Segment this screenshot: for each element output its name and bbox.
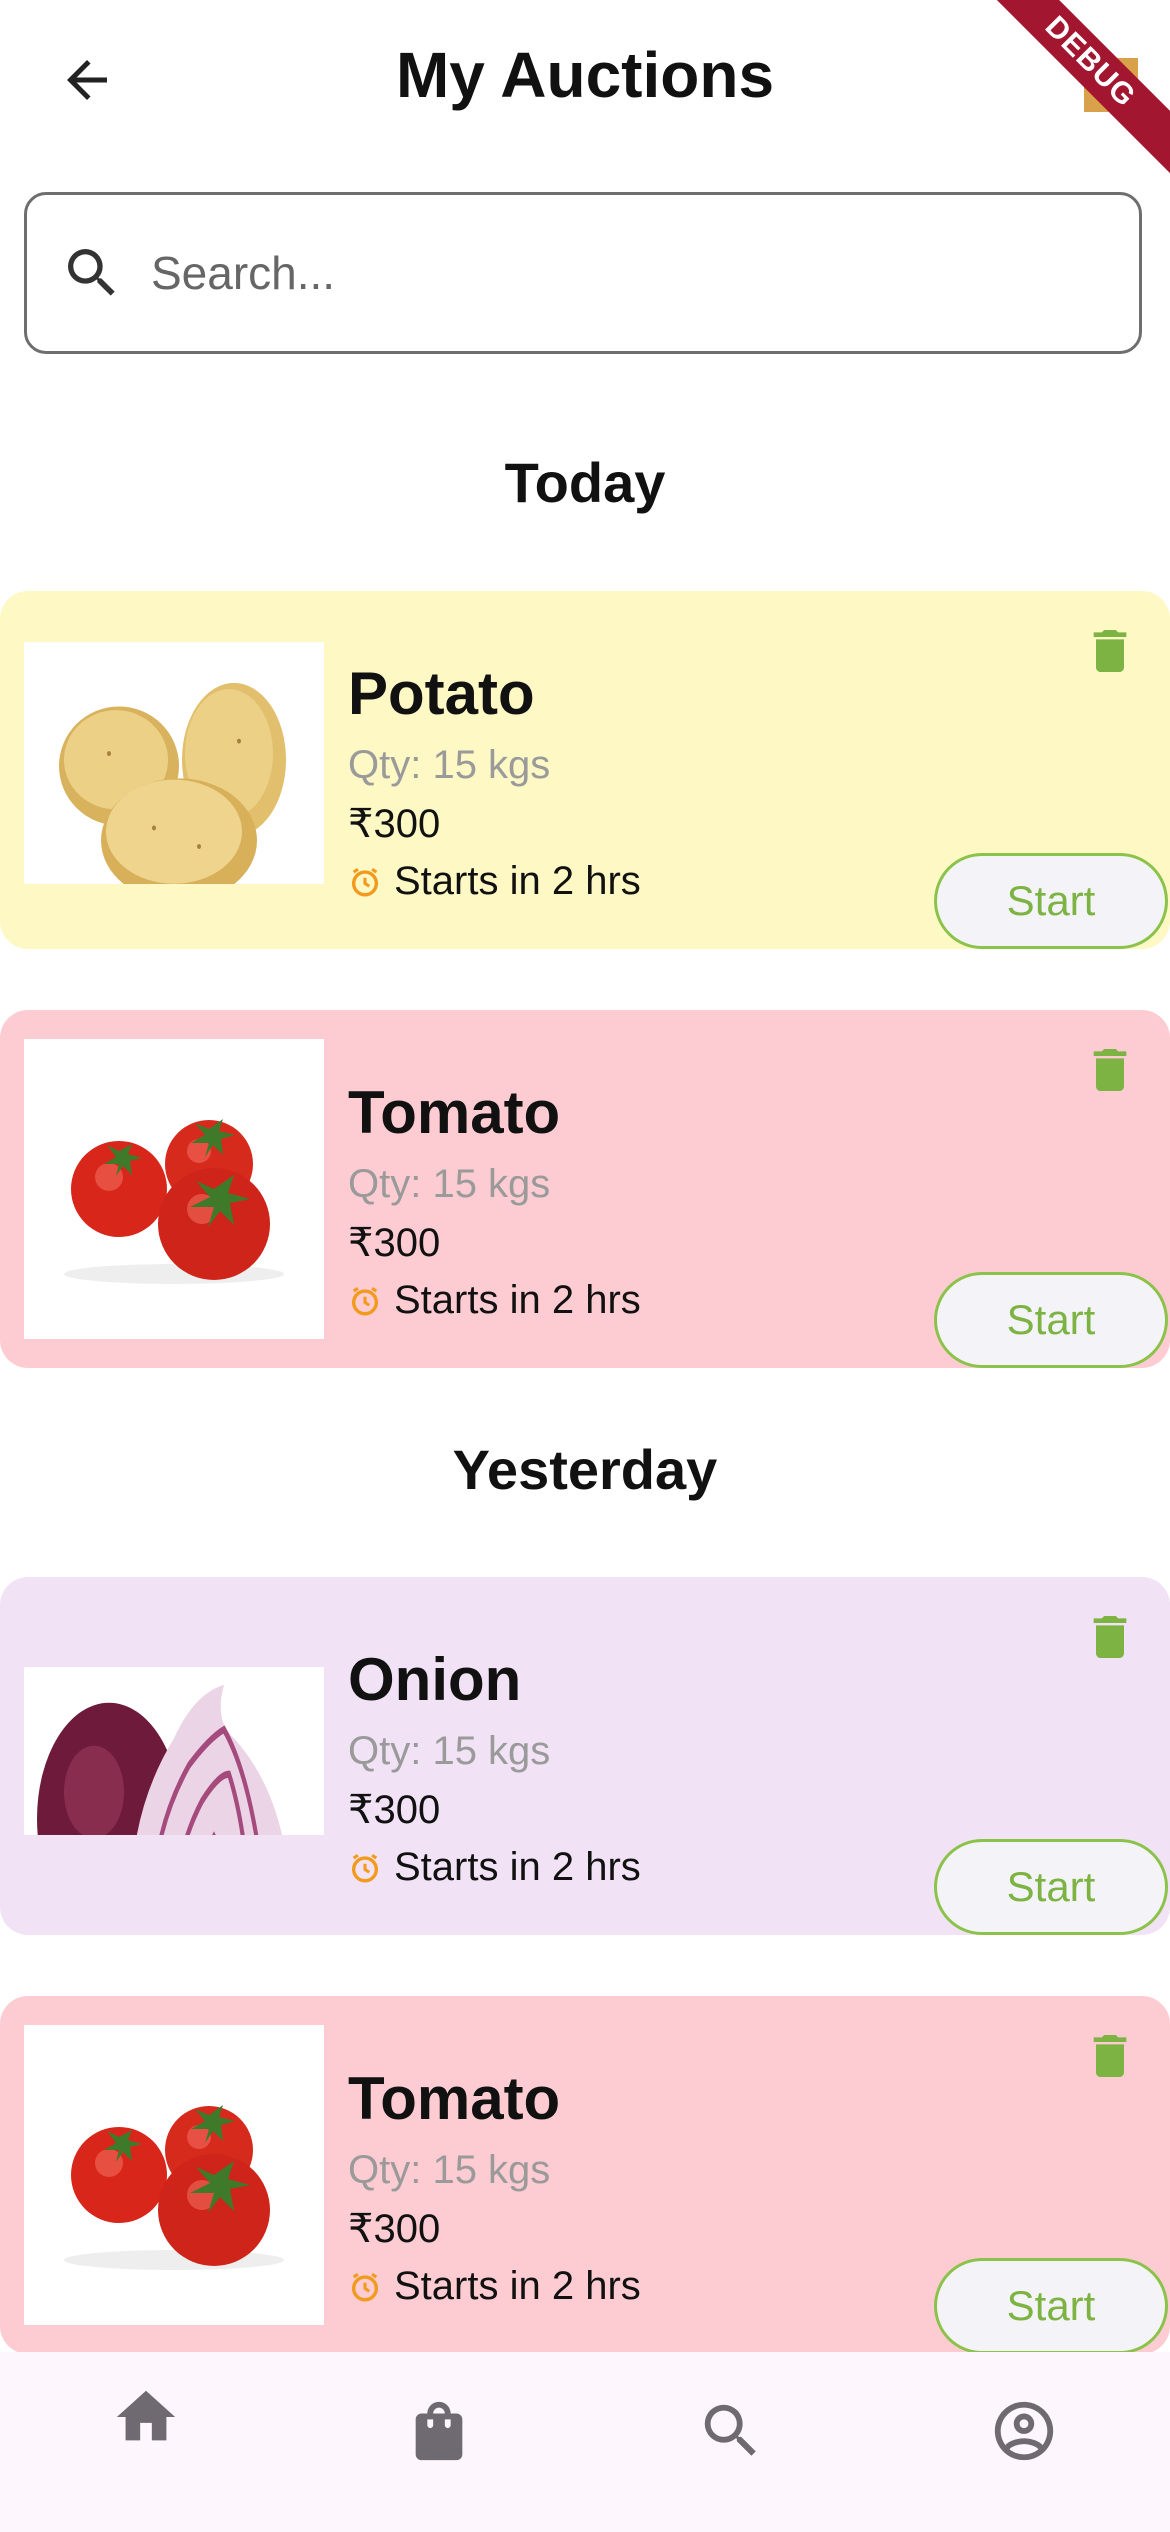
start-time-label: Starts in 2 hrs	[394, 1278, 641, 1322]
timer-icon	[348, 2270, 382, 2304]
timer-icon	[348, 1284, 382, 1318]
product-name: Potato	[348, 660, 535, 727]
search-icon	[57, 238, 127, 308]
delete-icon[interactable]	[1082, 1605, 1138, 1669]
section-heading-today: Today	[504, 451, 666, 514]
app-bar: My Auctions DEBUG	[0, 0, 1170, 184]
nav-search[interactable]	[585, 2352, 878, 2532]
nav-orders[interactable]	[293, 2352, 586, 2532]
page-title: My Auctions	[395, 39, 775, 111]
product-image-tomato	[24, 1039, 324, 1339]
product-price: ₹300	[348, 1221, 441, 1265]
bottom-navigation	[0, 2352, 1170, 2532]
delete-icon[interactable]	[1082, 2024, 1138, 2088]
auction-card[interactable]: Tomato Qty: 15 kgs ₹300 Starts in 2 hrs …	[0, 1010, 1170, 1368]
home-icon	[117, 2390, 176, 2441]
section-heading-yesterday: Yesterday	[452, 1438, 718, 1501]
start-time-label: Starts in 2 hrs	[394, 2264, 641, 2308]
delete-icon[interactable]	[1082, 619, 1138, 683]
search-input[interactable]	[149, 245, 1053, 301]
start-button[interactable]: Start	[934, 853, 1168, 949]
timer-icon	[348, 865, 382, 899]
account-circle-icon	[994, 2401, 1053, 2461]
start-time-label: Starts in 2 hrs	[394, 859, 641, 903]
search-bar[interactable]	[24, 192, 1142, 354]
start-time: Starts in 2 hrs	[348, 859, 641, 904]
start-button[interactable]: Start	[934, 2258, 1168, 2354]
start-time: Starts in 2 hrs	[348, 2264, 641, 2309]
start-time: Starts in 2 hrs	[348, 1278, 641, 1323]
product-name: Tomato	[348, 2065, 561, 2132]
product-quantity: Qty: 15 kgs	[348, 2148, 551, 2192]
start-button[interactable]: Start	[934, 1272, 1168, 1368]
start-time: Starts in 2 hrs	[348, 1845, 641, 1890]
start-time-label: Starts in 2 hrs	[394, 1845, 641, 1889]
auction-card[interactable]: Tomato Qty: 15 kgs ₹300 Starts in 2 hrs …	[0, 1996, 1170, 2354]
product-price: ₹300	[348, 2207, 441, 2251]
product-name: Tomato	[348, 1079, 561, 1146]
product-image-tomato	[24, 2025, 324, 2325]
start-button[interactable]: Start	[934, 1839, 1168, 1935]
nav-profile[interactable]	[878, 2352, 1170, 2532]
product-image-onion	[24, 1667, 324, 1835]
search-icon	[705, 2404, 757, 2456]
shopping-bag-icon	[415, 2401, 463, 2461]
product-quantity: Qty: 15 kgs	[348, 1162, 551, 1206]
product-name: Onion	[348, 1646, 522, 1713]
auction-card[interactable]: Onion Qty: 15 kgs ₹300 Starts in 2 hrs S…	[0, 1577, 1170, 1935]
product-price: ₹300	[348, 802, 441, 846]
nav-home[interactable]	[0, 2352, 293, 2532]
product-price: ₹300	[348, 1788, 441, 1832]
delete-icon[interactable]	[1082, 1038, 1138, 1102]
auction-card[interactable]: Potato Qty: 15 kgs ₹300 Starts in 2 hrs …	[0, 591, 1170, 949]
product-quantity: Qty: 15 kgs	[348, 1729, 551, 1773]
timer-icon	[348, 1851, 382, 1885]
product-image-potato	[24, 642, 324, 884]
product-quantity: Qty: 15 kgs	[348, 743, 551, 787]
